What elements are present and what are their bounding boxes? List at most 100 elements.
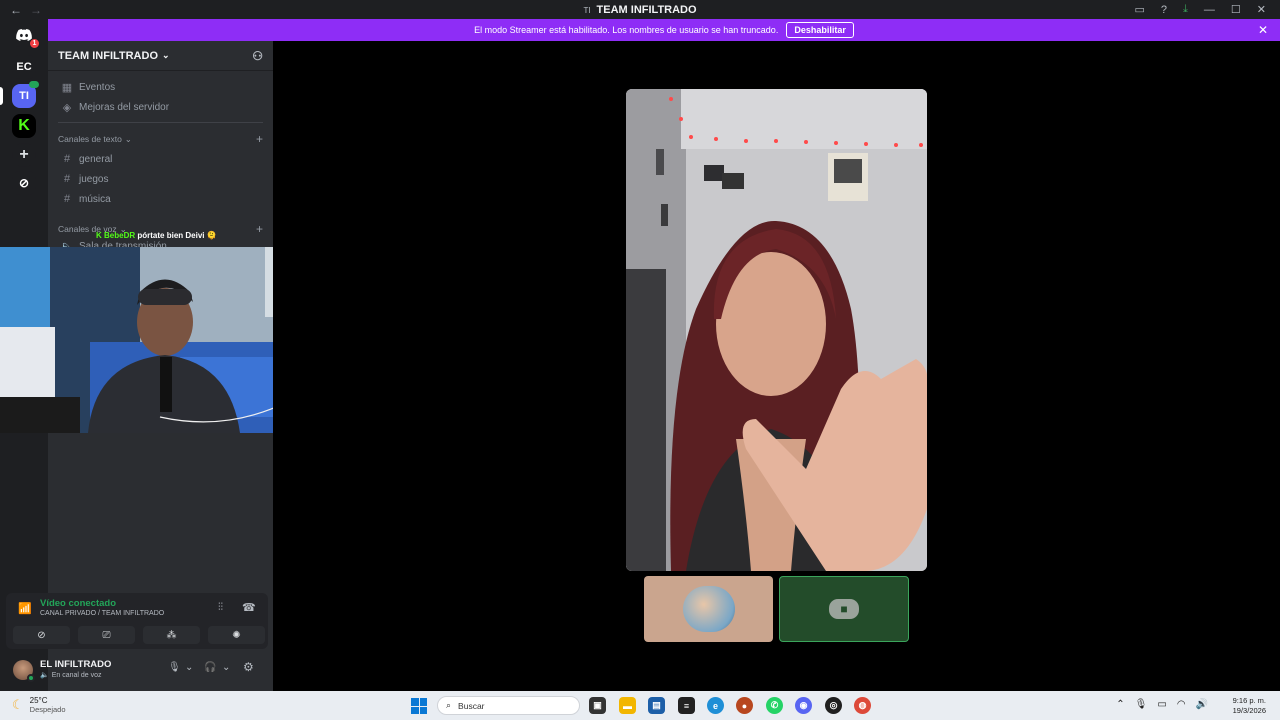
close-banner-icon[interactable]: ✕ bbox=[1258, 23, 1268, 37]
minimize-button[interactable]: — bbox=[1204, 4, 1215, 16]
download-icon[interactable]: ⤓ bbox=[1183, 3, 1188, 16]
hashtag-icon: # bbox=[63, 153, 71, 165]
forward-arrow-icon[interactable]: → bbox=[30, 3, 42, 17]
screen-share-icon: ⎚ bbox=[102, 629, 111, 641]
chrome-icon[interactable]: ◍ bbox=[854, 697, 871, 714]
obs-icon[interactable]: ◎ bbox=[825, 697, 842, 714]
streamer-banner-text: El modo Streamer está habilitado. Los no… bbox=[474, 25, 779, 35]
chevron-down-icon[interactable]: ⌄ bbox=[222, 662, 230, 673]
invite-people-icon[interactable]: ⚇ bbox=[252, 49, 263, 63]
stream-chat-overlay: K BebeDR pórtate bien Deivi 🫠 bbox=[96, 231, 217, 240]
task-view-icon[interactable]: ▣ bbox=[589, 697, 606, 714]
app-icon[interactable]: ≡ bbox=[678, 697, 695, 714]
chevron-down-icon: ⌄ bbox=[124, 133, 132, 144]
soundboard-button[interactable]: ✺ bbox=[208, 626, 265, 644]
nav-arrows: ← → bbox=[0, 3, 42, 17]
disconnect-call-icon[interactable]: ☎ bbox=[242, 601, 256, 614]
explore-servers-icon[interactable]: ⊘ bbox=[12, 171, 36, 195]
main-participant-video[interactable] bbox=[626, 89, 927, 571]
voice-connection-panel: 📶 Vídeo conectado CANAL PRIVADO / TEAM I… bbox=[6, 593, 268, 649]
server-name: TEAM INFILTRADO bbox=[58, 49, 159, 62]
activities-icon: ⁂ bbox=[166, 629, 177, 641]
windows-start-icon[interactable] bbox=[411, 698, 427, 714]
self-video-tile[interactable]: ■ bbox=[779, 576, 909, 642]
settings-gear-icon[interactable]: ⚙ bbox=[243, 660, 254, 674]
volume-icon[interactable]: 🔊 bbox=[1196, 699, 1208, 710]
close-window-button[interactable]: ✕ bbox=[1257, 3, 1266, 16]
taskbar-search[interactable]: ⌕ Buscar bbox=[437, 696, 580, 715]
camera-off-icon: ⊘ bbox=[37, 629, 46, 641]
text-channels-category[interactable]: Canales de texto ⌄ + bbox=[48, 129, 273, 149]
participant-video-image bbox=[626, 89, 927, 571]
microphone-tray-icon[interactable]: 🎙 bbox=[1135, 699, 1148, 710]
create-voice-channel-icon[interactable]: + bbox=[256, 222, 263, 236]
server-icon-ec[interactable]: EC bbox=[12, 55, 36, 79]
clock-time: 9:16 p. m. bbox=[1232, 696, 1266, 705]
calendar-icon: ▦ bbox=[61, 81, 73, 94]
window-controls: ▭ ? ⤓ — ☐ ✕ bbox=[1135, 3, 1280, 16]
network-icon[interactable]: ▭ bbox=[1157, 699, 1166, 710]
server-icon-ti-label: TI bbox=[19, 90, 29, 102]
username[interactable]: EL INFILTRADO bbox=[40, 659, 111, 670]
noise-suppression-icon[interactable]: ⫶⫶ bbox=[218, 602, 223, 613]
taskbar-clock[interactable]: 9:16 p. m. 19/3/2026 bbox=[1233, 696, 1266, 716]
add-server-icon[interactable]: + bbox=[12, 143, 36, 167]
channel-label: juegos bbox=[79, 173, 109, 185]
microphone-icon[interactable]: 🎙 bbox=[168, 662, 181, 673]
text-category-label: Canales de texto bbox=[58, 134, 122, 144]
search-icon: ⌕ bbox=[446, 700, 452, 710]
hashtag-icon: # bbox=[63, 193, 71, 205]
channel-label: general bbox=[79, 153, 113, 165]
chevron-up-icon[interactable]: ⌃ bbox=[1116, 699, 1124, 710]
window-title: TI TEAM INFILTRADO bbox=[0, 4, 1280, 16]
user-status-text: En canal de voz bbox=[51, 672, 102, 679]
chat-username: BebeDR bbox=[104, 231, 136, 240]
boosts-label: Mejoras del servidor bbox=[79, 101, 170, 113]
voice-action-buttons: ⊘ ⎚ ⁂ ✺ bbox=[13, 626, 265, 644]
signal-strength-icon[interactable]: 📶 bbox=[18, 602, 32, 615]
discord-taskbar-icon[interactable]: ◉ bbox=[795, 697, 812, 714]
create-channel-icon[interactable]: + bbox=[256, 132, 263, 146]
server-header[interactable]: TEAM INFILTRADO ⌄ ⚇ bbox=[48, 41, 273, 71]
channel-juegos[interactable]: # juegos bbox=[48, 169, 273, 189]
server-icon-kick[interactable]: K bbox=[12, 114, 36, 138]
back-arrow-icon[interactable]: ← bbox=[10, 3, 22, 17]
camera-off-button[interactable]: ⊘ bbox=[13, 626, 70, 644]
wifi-icon[interactable]: ◠ bbox=[1177, 699, 1186, 710]
chevron-down-icon: ⌄ bbox=[162, 50, 170, 60]
kick-icon: K bbox=[96, 231, 102, 240]
voice-status[interactable]: Vídeo conectado bbox=[40, 598, 116, 609]
participant-thumbnail[interactable] bbox=[644, 576, 773, 642]
events-item[interactable]: ▦ Eventos bbox=[48, 77, 273, 97]
weather-widget[interactable]: ☾ 25°C Despejado bbox=[12, 696, 66, 714]
voice-channel-path[interactable]: CANAL PRIVADO / TEAM INFILTRADO bbox=[40, 610, 164, 617]
weather-condition: Despejado bbox=[29, 705, 66, 714]
divider bbox=[58, 122, 263, 123]
disable-streamer-button[interactable]: Deshabilitar bbox=[786, 22, 854, 38]
whatsapp-icon[interactable]: ✆ bbox=[766, 697, 783, 714]
headphones-icon[interactable]: 🎧 bbox=[204, 662, 216, 673]
chevron-down-icon[interactable]: ⌄ bbox=[185, 662, 193, 673]
server-boosts-item[interactable]: ◈ Mejoras del servidor bbox=[48, 97, 273, 117]
clock-date: 19/3/2026 bbox=[1232, 706, 1266, 715]
file-explorer-icon[interactable]: ▬ bbox=[619, 697, 636, 714]
server-icon-team-infiltrado[interactable]: TI bbox=[12, 81, 39, 108]
edge-browser-icon[interactable]: e bbox=[707, 697, 724, 714]
help-icon[interactable]: ? bbox=[1161, 4, 1167, 16]
discord-home-icon[interactable]: 1 bbox=[12, 23, 40, 49]
maximize-button[interactable]: ☐ bbox=[1231, 3, 1241, 16]
user-panel: EL INFILTRADO 🔈 En canal de voz 🎙 ⌄ 🎧 ⌄ ⚙ bbox=[6, 653, 268, 687]
store-icon[interactable]: ▤ bbox=[648, 697, 665, 714]
user-status: 🔈 En canal de voz bbox=[40, 671, 102, 679]
inbox-icon[interactable]: ▭ bbox=[1135, 3, 1145, 16]
channel-general[interactable]: # general bbox=[48, 149, 273, 169]
app-round-icon[interactable]: ● bbox=[736, 697, 753, 714]
channel-musica[interactable]: # música bbox=[48, 189, 273, 209]
events-label: Eventos bbox=[79, 81, 116, 93]
soundboard-icon: ✺ bbox=[232, 629, 241, 641]
screen-share-button[interactable]: ⎚ bbox=[78, 626, 135, 644]
participant-avatar bbox=[682, 586, 735, 632]
activities-button[interactable]: ⁂ bbox=[143, 626, 200, 644]
streamer-mode-banner: El modo Streamer está habilitado. Los no… bbox=[48, 19, 1280, 41]
avatar[interactable] bbox=[13, 660, 35, 682]
